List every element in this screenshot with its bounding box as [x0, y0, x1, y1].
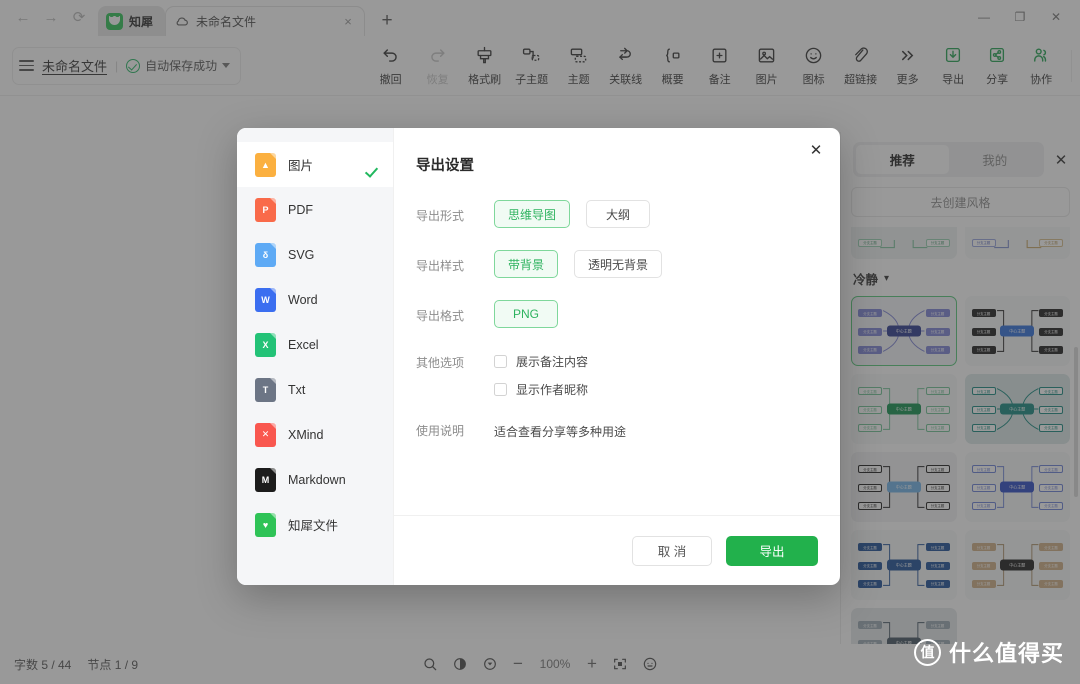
checkbox-show-author[interactable]: 显示作者昵称 — [494, 378, 588, 400]
format-label: Txt — [288, 382, 306, 397]
checkbox-icon[interactable] — [494, 382, 507, 396]
export-other-label: 其他选项 — [416, 356, 465, 370]
watermark-text: 什么值得买 — [948, 641, 1064, 666]
export-format-options: PNG — [494, 300, 558, 328]
checkbox-icon[interactable] — [494, 354, 507, 368]
export-other-checkboxes: 展示备注内容 显示作者昵称 — [494, 350, 588, 400]
file-type-icon: ♥ — [255, 512, 276, 537]
export-format-row: 导出格式 PNG — [416, 300, 840, 328]
option-outline[interactable]: 大纲 — [586, 200, 651, 228]
format-label: Excel — [288, 337, 319, 352]
export-format-list: ▲ 图片 P PDF δ SVG W Word X Excel T Txt ✕ XMind M Markdow… — [237, 128, 394, 585]
export-other-row: 其他选项 展示备注内容 显示作者昵称 — [416, 350, 840, 400]
file-type-icon: T — [255, 377, 276, 402]
format-label: Markdown — [288, 472, 346, 487]
file-type-icon: ▲ — [255, 152, 276, 177]
checkbox-label: 显示作者昵称 — [516, 382, 589, 397]
option-png[interactable]: PNG — [494, 300, 558, 328]
file-type-icon: ✕ — [255, 422, 276, 447]
export-form-row: 导出形式 思维导图 大纲 — [416, 200, 840, 228]
option-mindmap[interactable]: 思维导图 — [494, 200, 571, 228]
export-style-options: 带背景 透明无背景 — [494, 250, 663, 278]
format-item-Txt[interactable]: T Txt — [237, 367, 393, 412]
format-item-知犀文件[interactable]: ♥ 知犀文件 — [237, 502, 393, 547]
export-form-options: 思维导图 大纲 — [494, 200, 651, 228]
format-item-图片[interactable]: ▲ 图片 — [237, 142, 393, 187]
file-type-icon: P — [255, 197, 276, 222]
confirm-export-button[interactable]: 导出 — [726, 535, 818, 566]
format-label: 知犀文件 — [288, 519, 339, 533]
format-item-Excel[interactable]: X Excel — [237, 322, 393, 367]
format-label: XMind — [288, 427, 324, 442]
file-type-icon: W — [255, 287, 276, 312]
export-style-label: 导出样式 — [416, 259, 465, 273]
format-item-Markdown[interactable]: M Markdown — [237, 457, 393, 502]
dialog-footer: 取 消 导出 — [394, 515, 840, 585]
format-item-PDF[interactable]: P PDF — [237, 187, 393, 232]
watermark-logo: 值 — [913, 638, 941, 666]
file-type-icon: δ — [255, 242, 276, 267]
export-usage-text: 适合查看分享等多种用途 — [494, 425, 627, 439]
format-item-Word[interactable]: W Word — [237, 277, 393, 322]
watermark: 值 什么值得买 — [913, 636, 1064, 668]
export-dialog: ▲ 图片 P PDF δ SVG W Word X Excel T Txt ✕ XMind M Markdow… — [237, 128, 840, 585]
export-style-row: 导出样式 带背景 透明无背景 — [416, 250, 840, 278]
format-label: 图片 — [288, 159, 314, 173]
format-item-XMind[interactable]: ✕ XMind — [237, 412, 393, 457]
export-usage-label: 使用说明 — [416, 424, 465, 438]
cancel-button[interactable]: 取 消 — [632, 535, 712, 566]
application-root: ← → ⟳ 知犀 未命名文件 × + — ❐ ✕ — [0, 0, 1080, 684]
format-label: PDF — [288, 202, 313, 217]
format-item-SVG[interactable]: δ SVG — [237, 232, 393, 277]
format-label: Word — [288, 292, 318, 307]
dialog-title: 导出设置 — [416, 158, 474, 174]
option-transparent[interactable]: 透明无背景 — [574, 250, 663, 278]
file-type-icon: M — [255, 467, 276, 492]
dialog-close-icon[interactable]: ✕ — [806, 140, 826, 160]
checkbox-label: 展示备注内容 — [516, 354, 589, 369]
format-label: SVG — [288, 247, 315, 262]
export-format-label: 导出格式 — [416, 309, 465, 323]
export-usage-row: 使用说明 适合查看分享等多种用途 — [416, 418, 840, 440]
checkbox-show-notes[interactable]: 展示备注内容 — [494, 350, 588, 372]
export-form-label: 导出形式 — [416, 209, 465, 223]
option-with-background[interactable]: 带背景 — [494, 250, 559, 278]
export-settings-pane: ✕ 导出设置 导出形式 思维导图 大纲 导出样式 带背景 透明无背景 导出格式 — [394, 128, 840, 585]
file-type-icon: X — [255, 332, 276, 357]
